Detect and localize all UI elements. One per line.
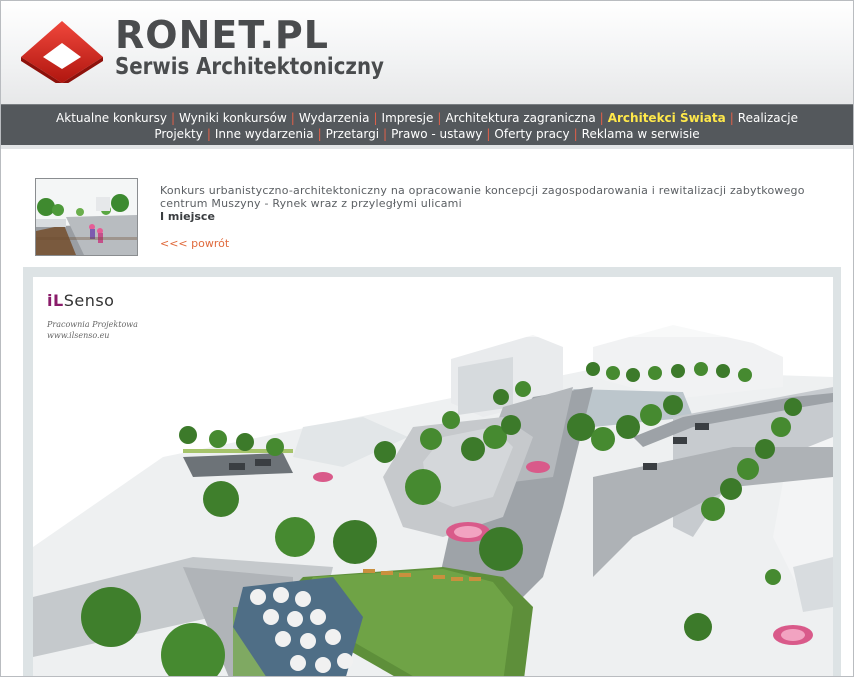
nav-separator: | (729, 111, 734, 125)
nav-przetargi[interactable]: Przetargi (326, 127, 379, 141)
brand-url: www.ilsenso.eu (47, 331, 110, 340)
nav-separator: | (170, 111, 175, 125)
nav-architektura-zagraniczna[interactable]: Architektura zagraniczna (445, 111, 595, 125)
nav-separator: | (573, 127, 578, 141)
nav-architekci-swiata[interactable]: Architekci Świata (608, 111, 726, 125)
nav-inne-wydarzenia[interactable]: Inne wydarzenia (215, 127, 314, 141)
project-thumbnail[interactable] (35, 178, 138, 256)
nav-aktualne-konkursy[interactable]: Aktualne konkursy (56, 111, 167, 125)
nav-separator: | (437, 111, 442, 125)
brand-name: Senso (63, 291, 115, 310)
ronet-logo-icon[interactable] (21, 21, 103, 83)
brand-prefix: iL (47, 291, 64, 310)
site-name[interactable]: RONET.PL (115, 15, 329, 55)
nav-bottom-border (1, 145, 853, 149)
urban-plan-render (33, 277, 833, 676)
nav-separator: | (317, 127, 322, 141)
nav-separator: | (599, 111, 604, 125)
brand-tagline: Pracownia Projektowa www.ilsenso.eu (47, 319, 138, 341)
nav-reklama-w-serwisie[interactable]: Reklama w serwisie (582, 127, 700, 141)
nav-separator: | (383, 127, 388, 141)
nav-projekty[interactable]: Projekty (154, 127, 203, 141)
page-frame: RONET.PL Serwis Architektoniczny Aktualn… (0, 0, 854, 677)
nav-separator: | (290, 111, 295, 125)
thumbnail-render-image (36, 179, 137, 255)
competition-description: Konkurs urbanistyczno-architektoniczny n… (160, 184, 805, 210)
award-place: I miejsce (160, 210, 215, 223)
nav-realizacje[interactable]: Realizacje (738, 111, 798, 125)
nav-oferty-pracy[interactable]: Oferty pracy (494, 127, 569, 141)
main-nav: Aktualne konkursy | Wyniki konkursów | Wydar… (1, 104, 853, 145)
nav-wydarzenia[interactable]: Wydarzenia (299, 111, 370, 125)
nav-separator: | (373, 111, 378, 125)
nav-separator: | (206, 127, 211, 141)
nav-separator: | (486, 127, 491, 141)
ilsenso-logo: iLSenso (47, 291, 114, 310)
project-image-frame: iLSenso Pracownia Projektowa www.ilsenso… (23, 267, 841, 676)
nav-impresje[interactable]: Impresje (382, 111, 434, 125)
nav-row-2: Projekty | Inne wydarzenia | Przetargi | Prawo… (1, 126, 853, 142)
nav-row-1: Aktualne konkursy | Wyniki konkursów | Wydar… (1, 110, 853, 126)
brand-line-1: Pracownia Projektowa (47, 320, 138, 329)
site-subtitle: Serwis Architektoniczny (115, 54, 384, 80)
project-render-image[interactable]: iLSenso Pracownia Projektowa www.ilsenso… (33, 277, 833, 676)
back-link[interactable]: <<< powrót (160, 237, 229, 250)
nav-wyniki-konkursow[interactable]: Wyniki konkursów (179, 111, 287, 125)
site-header: RONET.PL Serwis Architektoniczny (1, 1, 853, 104)
nav-prawo-ustawy[interactable]: Prawo - ustawy (391, 127, 482, 141)
